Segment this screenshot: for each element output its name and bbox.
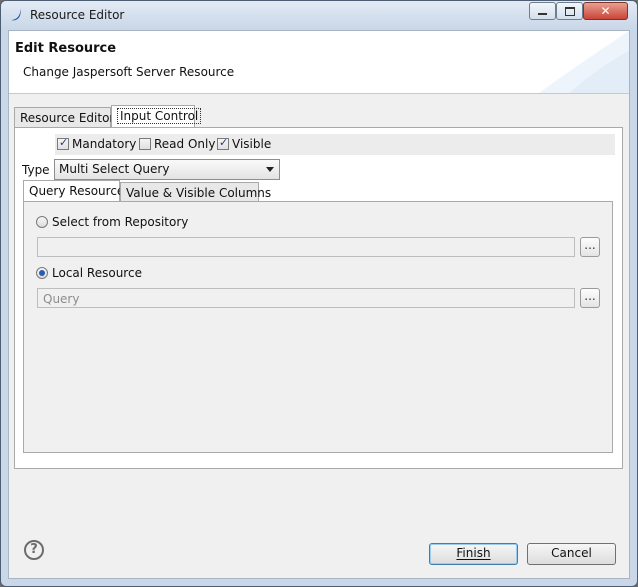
cancel-label: Cancel — [551, 546, 592, 560]
header-title: Edit Resource — [15, 41, 117, 56]
input-control-panel: ✓ Mandatory Read Only ✓ Visible Type Mul… — [14, 127, 623, 469]
tab-label: Input Control — [117, 108, 202, 124]
dialog-header: Edit Resource Change Jaspersoft Server R… — [9, 31, 629, 94]
radio-circle — [36, 216, 48, 228]
help-icon[interactable]: ? — [24, 540, 44, 560]
checkbox-label: Mandatory — [72, 137, 137, 151]
check-icon: ✓ — [219, 136, 229, 149]
type-select-value: Multi Select Query — [59, 162, 170, 176]
local-query-field[interactable]: Query — [37, 288, 575, 308]
checkbox-label: Visible — [232, 137, 272, 151]
maximize-button[interactable] — [556, 2, 583, 20]
type-label: Type — [22, 163, 50, 177]
check-icon: ✓ — [59, 136, 69, 149]
tab-query-resource[interactable]: Query Resource — [23, 180, 124, 202]
dialog-body: Edit Resource Change Jaspersoft Server R… — [8, 30, 630, 579]
checkbox-label: Read Only — [154, 137, 216, 151]
header-description: Change Jaspersoft Server Resource — [23, 65, 235, 79]
tab-value-visible-columns[interactable]: Value & Visible Columns — [120, 182, 271, 203]
app-icon — [11, 9, 21, 21]
radio-circle — [36, 267, 48, 279]
tab-label: Resource Editor — [20, 111, 115, 125]
close-icon: ✕ — [600, 4, 611, 18]
header-decoration — [539, 31, 629, 93]
radio-dot-icon — [39, 270, 45, 276]
minimize-icon — [538, 13, 547, 15]
checkbox-box: ✓ — [57, 136, 69, 150]
finish-button[interactable]: Finish — [429, 543, 518, 565]
tab-label: Query Resource — [29, 184, 125, 198]
dropdown-arrow-icon — [266, 167, 274, 172]
radio-label: Select from Repository — [52, 215, 189, 229]
mandatory-checkbox[interactable]: ✓ Mandatory — [57, 136, 137, 151]
select-from-repository-radio[interactable]: Select from Repository — [36, 215, 188, 229]
cancel-button[interactable]: Cancel — [527, 543, 616, 565]
title-bar[interactable]: Resource Editor ✕ — [1, 1, 637, 29]
checkbox-box — [139, 138, 151, 150]
type-select[interactable]: Multi Select Query — [54, 159, 280, 180]
resource-editor-window: Resource Editor ✕ Edit Resource Change J… — [0, 0, 638, 587]
window-title: Resource Editor — [30, 8, 125, 22]
local-resource-radio[interactable]: Local Resource — [36, 266, 142, 280]
finish-label: Finish — [456, 546, 491, 560]
maximize-icon — [564, 6, 575, 16]
visible-checkbox[interactable]: ✓ Visible — [217, 136, 272, 151]
tab-label: Value & Visible Columns — [126, 186, 272, 200]
flags-bar: ✓ Mandatory Read Only ✓ Visible — [55, 134, 615, 155]
read-only-checkbox[interactable]: Read Only — [139, 137, 215, 151]
browse-local-button[interactable]: ... — [580, 288, 600, 308]
query-resource-panel: Select from Repository ... Local Resourc… — [23, 201, 613, 453]
repository-uri-field[interactable] — [37, 237, 575, 257]
tab-resource-editor[interactable]: Resource Editor — [14, 107, 115, 127]
minimize-button[interactable] — [529, 2, 556, 20]
radio-label: Local Resource — [52, 266, 142, 280]
tab-input-control[interactable]: Input Control — [111, 105, 202, 127]
browse-repository-button[interactable]: ... — [580, 237, 600, 257]
close-button[interactable]: ✕ — [583, 2, 628, 20]
checkbox-box: ✓ — [217, 136, 229, 150]
